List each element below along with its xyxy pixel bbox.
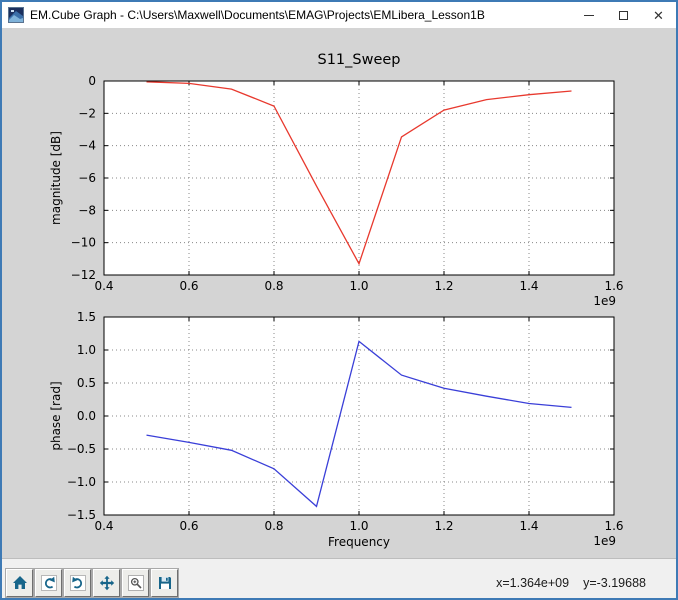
chart-title: S11_Sweep <box>317 52 400 68</box>
x-offset-label: 1e9 <box>593 294 616 308</box>
x-tick-label: 1.6 <box>604 519 623 533</box>
cursor-x-readout: x=1.364e+09 <box>496 575 570 590</box>
y-tick-label: 1.5 <box>77 310 96 324</box>
y-tick-label: −10 <box>71 236 96 250</box>
close-button[interactable]: ✕ <box>641 2 676 28</box>
x-axis-label: Frequency <box>328 535 390 549</box>
axes-0: 0.4 0.6 0.8 1.0 1.2 1.4 1.6 0 −2 −4 −6 −8 −10 −12 S11_… <box>49 52 624 308</box>
cursor-y-readout: y=-3.19688 <box>583 575 646 590</box>
y-tick-label: −6 <box>78 171 96 185</box>
back-icon <box>40 574 57 591</box>
y-tick-label: 1.0 <box>77 343 96 357</box>
x-tick-label: 0.8 <box>264 279 283 293</box>
x-tick-label: 0.6 <box>179 519 198 533</box>
x-offset-label: 1e9 <box>593 534 616 548</box>
y-axis-label: magnitude [dB] <box>49 131 63 225</box>
y-tick-label: −2 <box>78 106 96 120</box>
x-tick-label: 1.4 <box>519 279 538 293</box>
minimize-icon <box>583 14 594 16</box>
plot-canvas[interactable]: 0.4 0.6 0.8 1.0 1.2 1.4 1.6 0 −2 −4 −6 −8 −10 −12 S11_… <box>2 28 676 558</box>
save-icon <box>158 576 171 589</box>
nav-toolbar: x=1.364e+09 y=-3.19688 <box>2 558 676 598</box>
titlebar: EM.Cube Graph - C:\Users\Maxwell\Documen… <box>2 2 676 28</box>
y-tick-label: 0.0 <box>77 409 96 423</box>
pan-icon <box>99 575 114 590</box>
forward-button[interactable] <box>63 567 92 598</box>
x-tick-label: 1.6 <box>604 279 623 293</box>
y-axis-label: phase [rad] <box>49 381 63 450</box>
window-title: EM.Cube Graph - C:\Users\Maxwell\Documen… <box>30 8 485 22</box>
maximize-icon <box>619 10 628 20</box>
axes-1: 0.4 0.6 0.8 1.0 1.2 1.4 1.6 1.5 1.0 0.5 0.0 −0.5 −1.… <box>49 310 624 549</box>
y-tick-label: −0.5 <box>67 442 96 456</box>
x-tick-label: 0.4 <box>94 279 113 293</box>
back-button[interactable] <box>34 567 63 598</box>
home-icon <box>12 575 27 589</box>
maximize-button[interactable] <box>606 2 641 28</box>
x-tick-label: 1.4 <box>519 519 538 533</box>
home-button[interactable] <box>5 567 34 598</box>
minimize-button[interactable] <box>571 2 606 28</box>
cursor-status: x=1.364e+09 y=-3.19688 <box>482 576 676 590</box>
x-tick-label: 0.4 <box>94 519 113 533</box>
x-tick-label: 1.2 <box>434 519 453 533</box>
x-tick-label: 1.0 <box>349 519 368 533</box>
app-window: EM.Cube Graph - C:\Users\Maxwell\Documen… <box>0 0 678 600</box>
close-icon: ✕ <box>653 7 664 23</box>
app-icon <box>8 7 24 23</box>
forward-icon <box>69 574 86 591</box>
y-tick-label: −12 <box>71 268 96 282</box>
window-controls: ✕ <box>571 2 676 28</box>
x-tick-label: 0.8 <box>264 519 283 533</box>
y-tick-label: −1.0 <box>67 475 96 489</box>
y-tick-label: −1.5 <box>67 508 96 522</box>
y-tick-label: −4 <box>78 139 96 153</box>
y-tick-label: −8 <box>78 203 96 217</box>
save-button[interactable] <box>150 567 179 598</box>
y-tick-label: 0 <box>88 74 96 88</box>
x-tick-label: 0.6 <box>179 279 198 293</box>
y-tick-label: 0.5 <box>77 376 96 390</box>
figure-svg: 0.4 0.6 0.8 1.0 1.2 1.4 1.6 0 −2 −4 −6 −8 −10 −12 S11_… <box>49 52 624 549</box>
zoom-to-rect-icon <box>127 574 144 591</box>
x-tick-label: 1.0 <box>349 279 368 293</box>
zoom-button[interactable] <box>121 567 150 598</box>
pan-button[interactable] <box>92 567 121 598</box>
x-tick-label: 1.2 <box>434 279 453 293</box>
